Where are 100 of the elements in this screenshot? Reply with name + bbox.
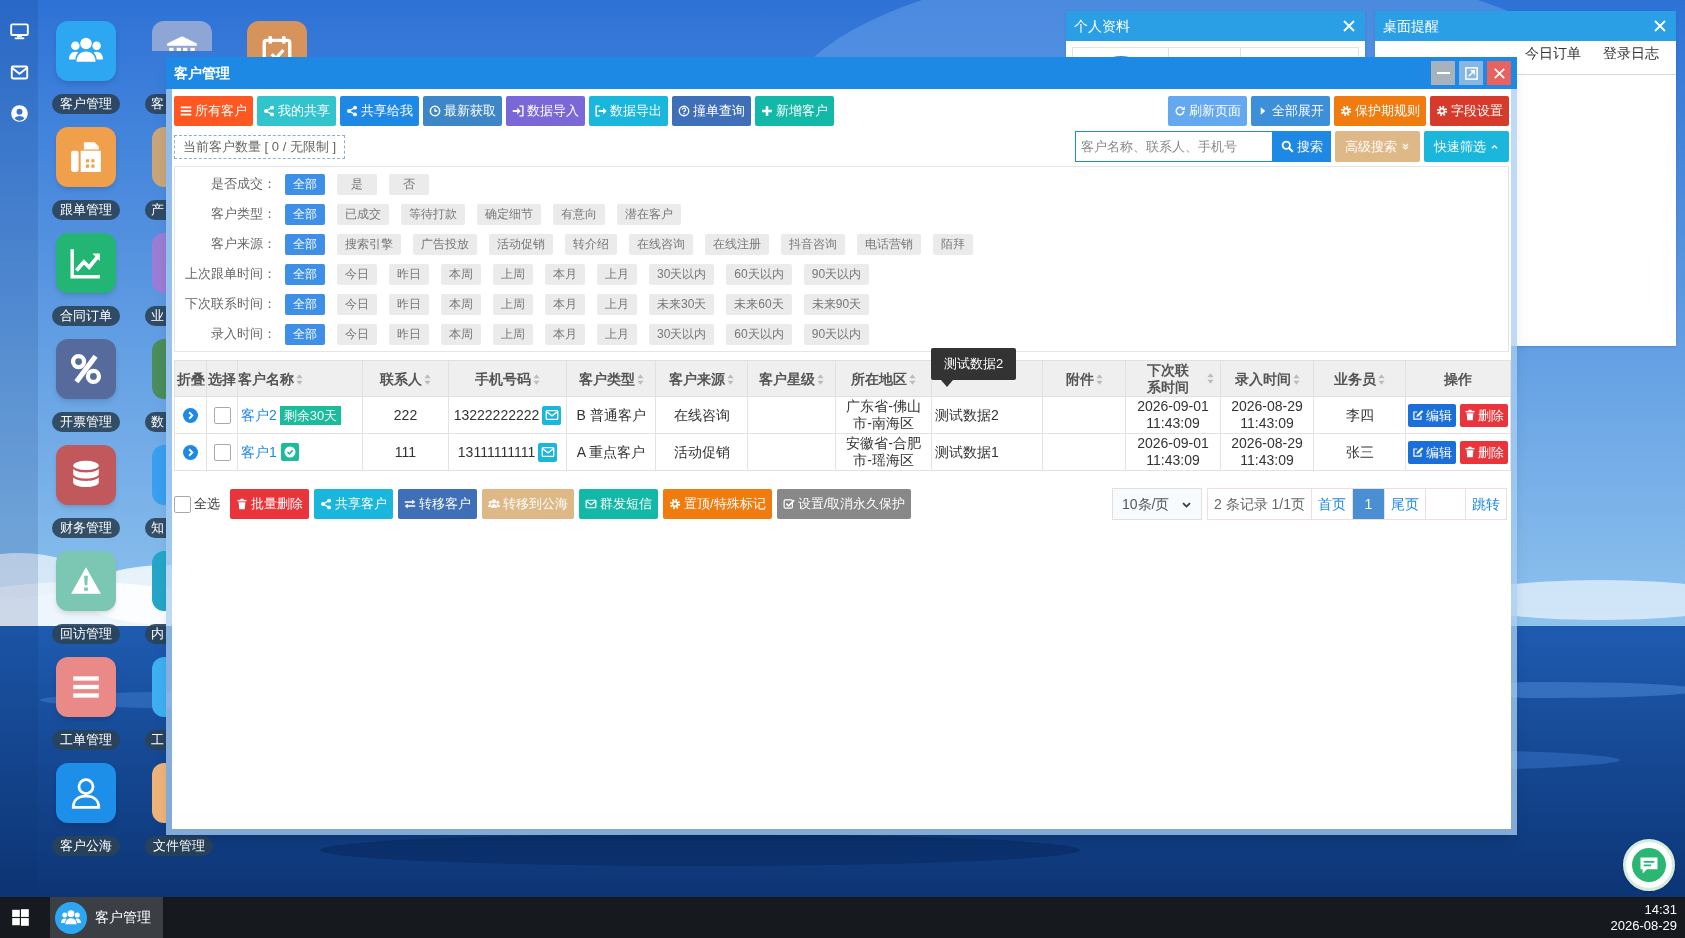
filter-chip[interactable]: 是	[337, 173, 377, 195]
last-page-link[interactable]: 尾页	[1385, 489, 1426, 519]
toolbar-button[interactable]: 数据导入	[506, 96, 585, 126]
toolbar-button[interactable]: 撞单查询	[672, 96, 751, 126]
app-icon[interactable]	[152, 763, 166, 823]
filter-chip[interactable]: 已成交	[337, 203, 389, 225]
filter-chip[interactable]: 60天以内	[726, 323, 792, 345]
filter-chip[interactable]: 在线咨询	[629, 233, 693, 255]
toolbar-button[interactable]: 新增客户	[755, 96, 834, 126]
delete-button[interactable]: 删除	[1460, 403, 1508, 427]
tab[interactable]: 登录日志	[1603, 43, 1659, 74]
sort-icon[interactable]	[727, 373, 734, 385]
filter-chip[interactable]: 30天以内	[649, 323, 715, 345]
filter-chip[interactable]: 上周	[493, 263, 533, 285]
filter-chip[interactable]: 潜在客户	[617, 203, 681, 225]
maximize-button[interactable]	[1459, 61, 1483, 85]
edit-button[interactable]: 编辑	[1408, 440, 1456, 464]
customer-link[interactable]: 客户2	[241, 406, 277, 424]
sort-icon[interactable]	[817, 373, 824, 385]
filter-chip[interactable]: 搜索引擎	[337, 233, 401, 255]
checkbox[interactable]	[213, 443, 231, 461]
sort-icon[interactable]	[1095, 373, 1103, 385]
filter-chip[interactable]: 转介绍	[565, 233, 617, 255]
delete-button[interactable]: 删除	[1460, 440, 1508, 464]
filter-chip[interactable]: 确定细节	[477, 203, 541, 225]
select-all-label[interactable]: 全选	[194, 494, 220, 514]
filter-chip[interactable]: 电话营销	[857, 233, 921, 255]
filter-chip[interactable]: 上周	[493, 293, 533, 315]
toolbar-button[interactable]: 批量删除	[230, 489, 309, 519]
close-button[interactable]	[1652, 18, 1668, 34]
filter-chip[interactable]: 等待打款	[401, 203, 465, 225]
filter-chip[interactable]: 否	[389, 173, 429, 195]
filter-chip[interactable]: 上周	[493, 323, 533, 345]
checkbox[interactable]	[213, 406, 231, 424]
sort-icon[interactable]	[424, 373, 431, 385]
filter-chip[interactable]: 全部	[285, 203, 325, 225]
close-button[interactable]	[1487, 61, 1511, 85]
toolbar-button[interactable]: 置顶/特殊标记	[663, 489, 772, 519]
filter-chip[interactable]: 全部	[285, 263, 325, 285]
toolbar-button[interactable]: 最新获取	[423, 96, 502, 126]
filter-chip[interactable]: 广告投放	[413, 233, 477, 255]
app-icon[interactable]	[55, 21, 116, 81]
sort-icon[interactable]	[533, 373, 540, 385]
expand-icon[interactable]	[183, 445, 198, 461]
filter-chip[interactable]: 全部	[285, 323, 325, 345]
toolbar-button[interactable]: 字段设置	[1430, 96, 1509, 126]
filter-chip[interactable]: 昨日	[389, 293, 429, 315]
filter-chip[interactable]: 本月	[545, 293, 585, 315]
filter-chip[interactable]: 上月	[597, 323, 637, 345]
toolbar-button[interactable]: 我的共享	[257, 96, 336, 126]
filter-chip[interactable]: 有意向	[553, 203, 605, 225]
expand-icon[interactable]	[183, 408, 198, 424]
filter-chip[interactable]: 30天以内	[649, 263, 715, 285]
app-icon[interactable]	[55, 339, 116, 399]
filter-chip[interactable]: 全部	[285, 233, 325, 255]
toolbar-button[interactable]: 设置/取消永久保护	[776, 489, 912, 519]
tab[interactable]: 今日订单	[1525, 43, 1581, 74]
filter-chip[interactable]: 陌拜	[933, 233, 973, 255]
filter-chip[interactable]: 全部	[285, 173, 325, 195]
checkbox[interactable]	[174, 495, 191, 513]
sort-icon[interactable]	[1292, 373, 1300, 385]
filter-chip[interactable]: 今日	[337, 293, 377, 315]
sort-icon[interactable]	[636, 373, 644, 385]
filter-chip[interactable]: 今日	[337, 263, 377, 285]
filter-chip[interactable]: 昨日	[389, 323, 429, 345]
filter-chip[interactable]: 今日	[337, 323, 377, 345]
toolbar-button[interactable]: 转移客户	[398, 489, 477, 519]
sort-icon[interactable]	[1206, 373, 1214, 384]
toolbar-button[interactable]: 保护期规则	[1334, 96, 1426, 126]
app-icon[interactable]	[152, 21, 212, 51]
page-button[interactable]: 1	[1353, 489, 1385, 519]
filter-chip[interactable]: 活动促销	[489, 233, 553, 255]
filter-chip[interactable]: 本周	[441, 293, 481, 315]
filter-chip[interactable]: 抖音咨询	[781, 233, 845, 255]
minimize-button[interactable]	[1431, 61, 1455, 85]
filter-chip[interactable]: 昨日	[389, 263, 429, 285]
toolbar-button[interactable]: 所有客户	[174, 96, 253, 126]
sort-icon[interactable]	[1378, 373, 1385, 385]
sort-icon[interactable]	[909, 373, 916, 385]
edit-button[interactable]: 编辑	[1408, 403, 1456, 427]
sort-icon[interactable]	[296, 373, 303, 385]
filter-chip[interactable]: 90天以内	[803, 263, 870, 285]
column-header[interactable]: 附件	[1065, 370, 1094, 388]
app-icon[interactable]	[55, 657, 116, 717]
filter-chip[interactable]: 未来30天	[649, 293, 715, 315]
filter-chip[interactable]: 未来60天	[726, 293, 792, 315]
filter-chip[interactable]: 本周	[441, 323, 481, 345]
filter-chip[interactable]: 在线注册	[705, 233, 769, 255]
search-button[interactable]: 搜索	[1273, 131, 1331, 162]
close-button[interactable]	[1341, 18, 1357, 34]
jump-link[interactable]: 跳转	[1466, 489, 1506, 519]
filter-chip[interactable]: 本周	[441, 263, 481, 285]
per-page-select[interactable]: 10条/页	[1111, 488, 1202, 520]
toolbar-button[interactable]: 共享给我	[340, 96, 419, 126]
filter-chip[interactable]: 上月	[597, 293, 637, 315]
filter-chip[interactable]: 60天以内	[726, 263, 792, 285]
filter-chip[interactable]: 本月	[545, 263, 585, 285]
toolbar-button[interactable]: 刷新页面	[1168, 96, 1247, 126]
app-icon[interactable]	[55, 763, 116, 823]
toolbar-button[interactable]: 数据导出	[589, 96, 668, 126]
